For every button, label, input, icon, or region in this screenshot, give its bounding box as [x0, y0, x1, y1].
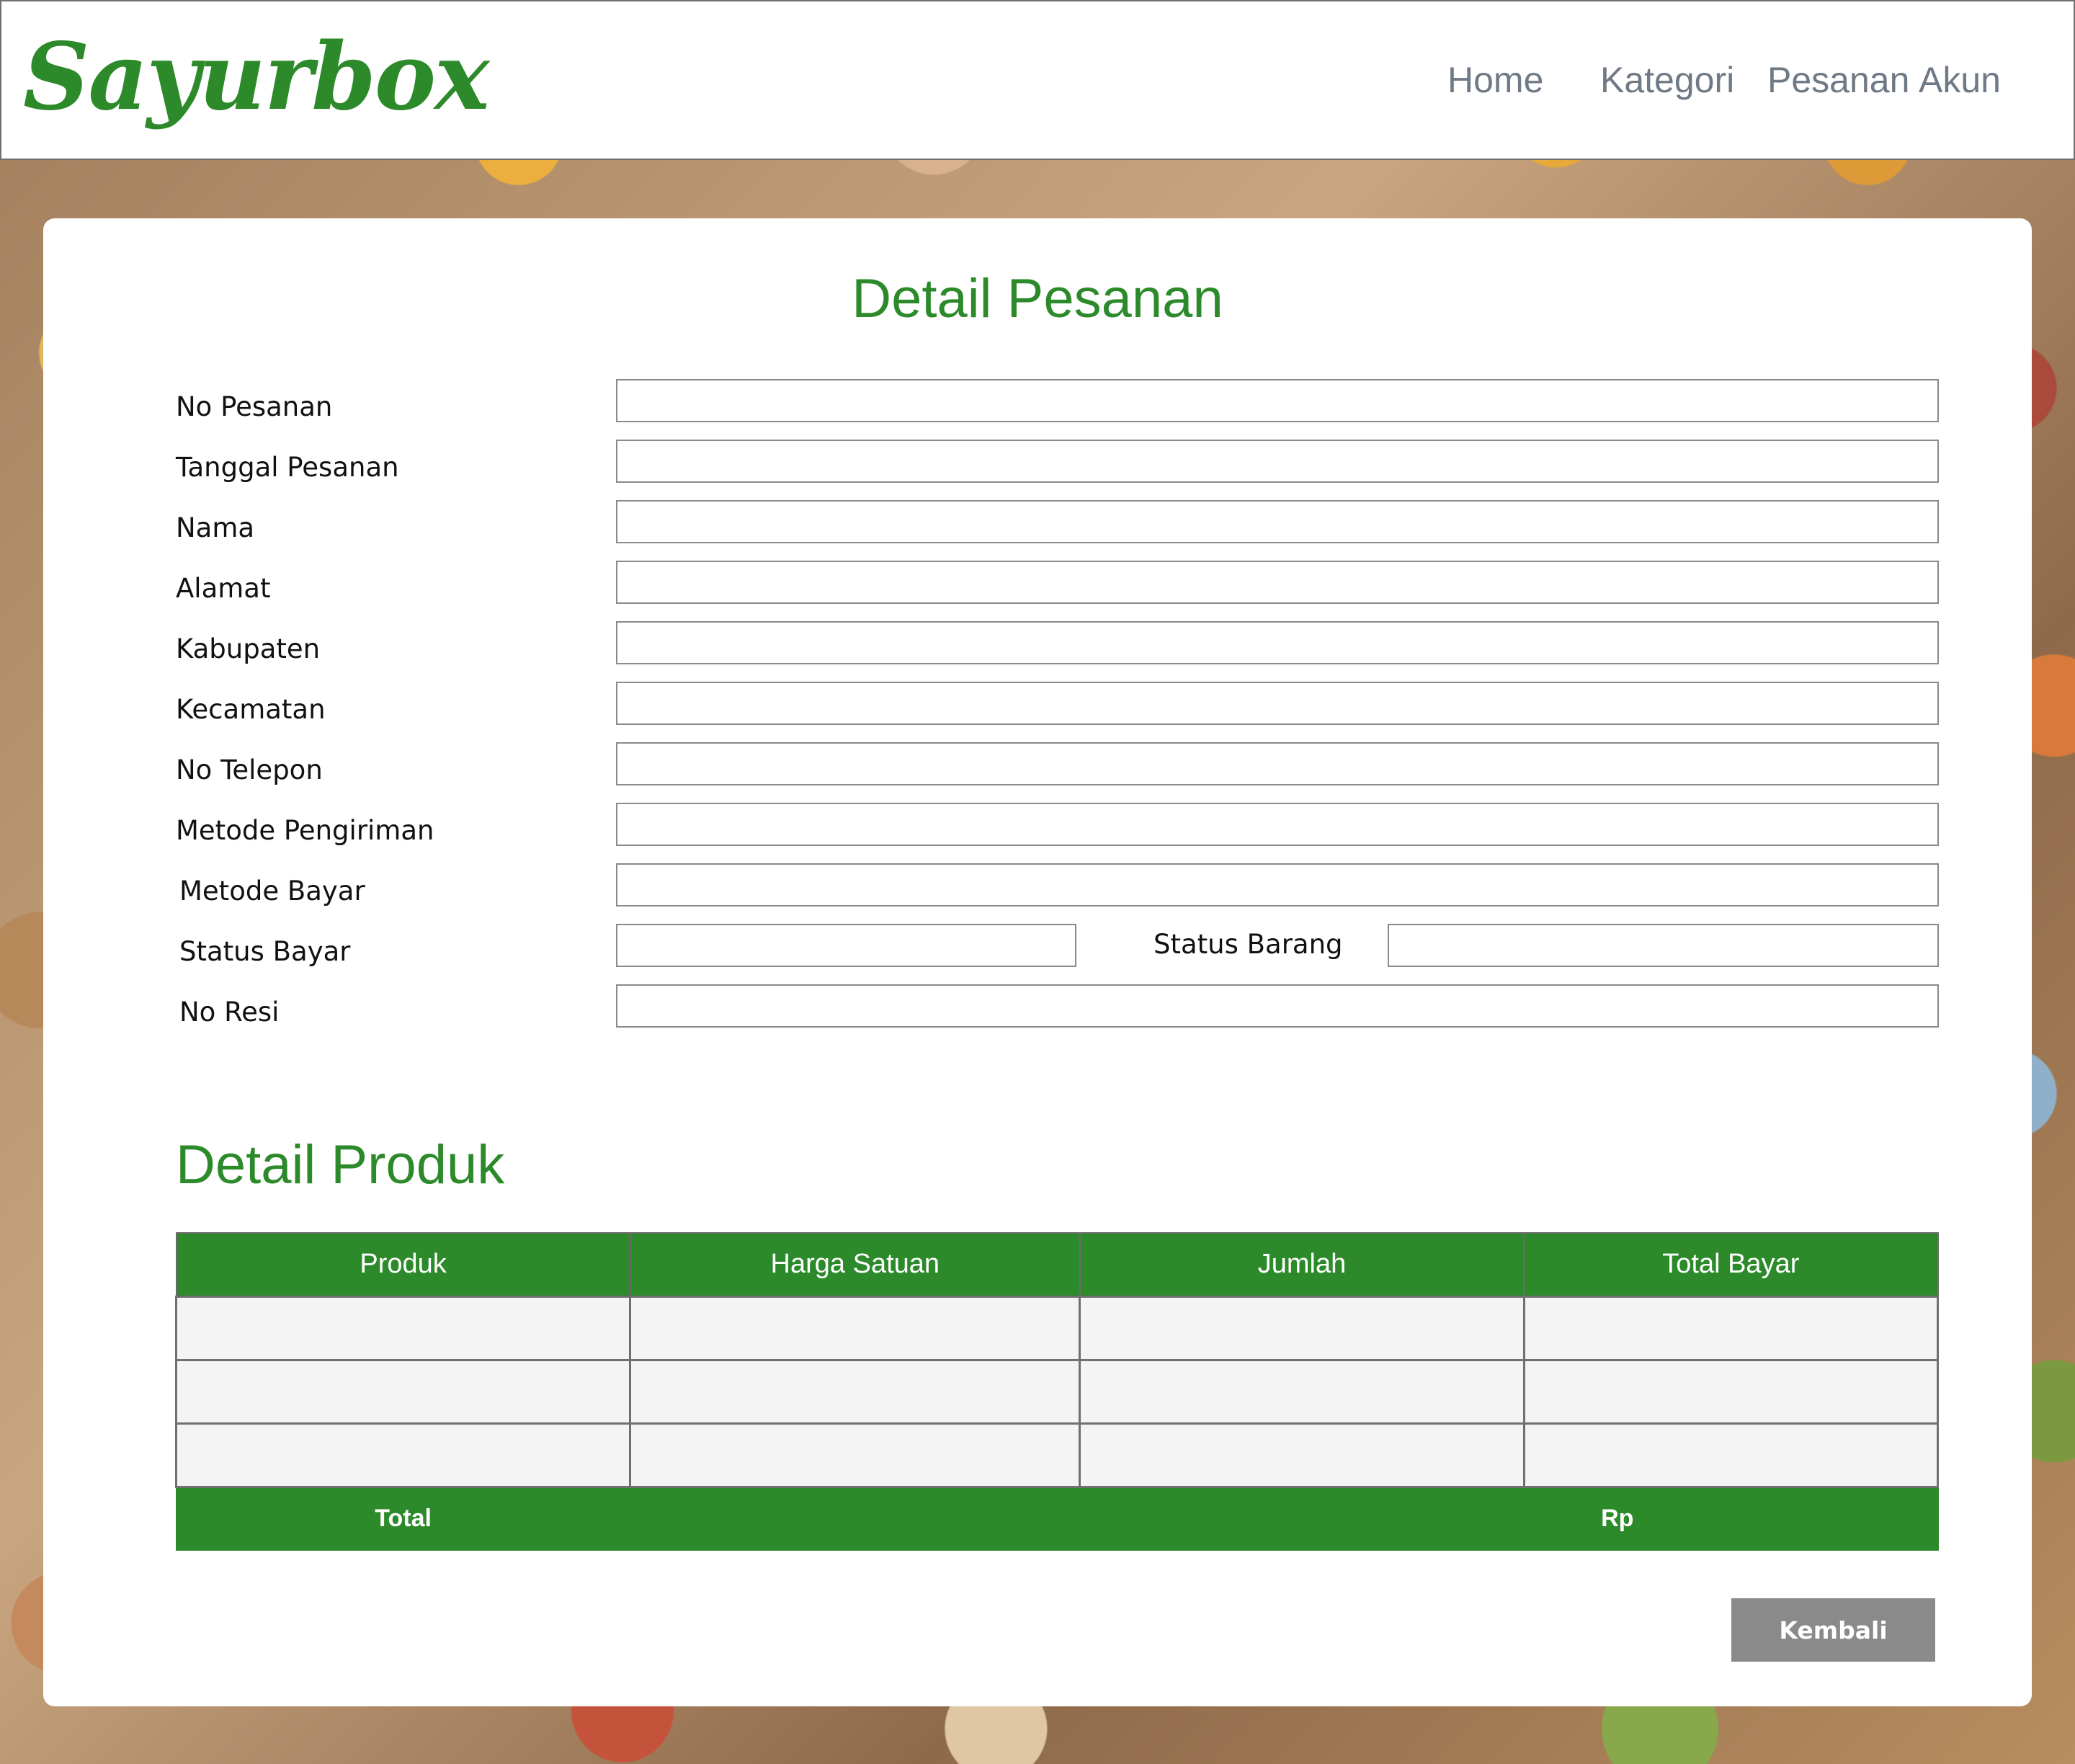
table-cell: [174, 1358, 632, 1425]
kembali-button[interactable]: Kembali: [1731, 1598, 1935, 1662]
table-cell: [174, 1422, 632, 1488]
nama-label: Nama: [176, 512, 255, 543]
alamat-label: Alamat: [176, 573, 271, 604]
page-title: Detail Pesanan: [852, 268, 1223, 329]
nama-field[interactable]: [616, 500, 1939, 543]
no-telepon-label: No Telepon: [176, 754, 323, 785]
table-total-row: Total Rp: [175, 1486, 1939, 1551]
table-cell: [1522, 1295, 1940, 1361]
total-value: Rp: [1523, 1486, 1939, 1551]
column-header-harga-satuan: Harga Satuan: [629, 1232, 1081, 1297]
tanggal-pesanan-field[interactable]: [616, 440, 1939, 483]
table-row: [174, 1422, 1940, 1488]
nav-home[interactable]: Home: [1447, 59, 1543, 101]
status-barang-label: Status Barang: [1153, 929, 1343, 960]
no-pesanan-label: No Pesanan: [176, 391, 333, 422]
status-bayar-field[interactable]: [616, 924, 1076, 967]
table-row: [174, 1295, 1940, 1361]
no-telepon-field[interactable]: [616, 742, 1939, 785]
order-detail-card: Detail Pesanan No Pesanan Tanggal Pesana…: [43, 218, 2032, 1706]
status-bayar-label: Status Bayar: [179, 936, 351, 967]
table-cell: [629, 1295, 1081, 1361]
table-cell: [174, 1295, 632, 1361]
table-cell: [1079, 1295, 1525, 1361]
metode-bayar-label: Metode Bayar: [179, 876, 365, 906]
column-header-jumlah: Jumlah: [1079, 1232, 1525, 1297]
table-cell: [1079, 1486, 1525, 1551]
top-navbar: Sayurbox Home Kategori Pesanan Akun: [0, 0, 2075, 160]
column-header-total-bayar: Total Bayar: [1523, 1232, 1939, 1297]
kabupaten-label: Kabupaten: [176, 633, 321, 664]
metode-bayar-field[interactable]: [616, 863, 1939, 906]
table-cell: [629, 1358, 1081, 1425]
alamat-field[interactable]: [616, 561, 1939, 604]
nav-pesanan[interactable]: Pesanan: [1767, 59, 1909, 101]
total-label: Total: [175, 1486, 631, 1551]
no-pesanan-field[interactable]: [616, 379, 1939, 422]
table-cell: [1079, 1358, 1525, 1425]
nav-akun[interactable]: Akun: [1919, 59, 2001, 101]
table-cell: [1079, 1422, 1525, 1488]
product-section-title: Detail Produk: [176, 1134, 505, 1195]
kabupaten-field[interactable]: [616, 621, 1939, 664]
kecamatan-label: Kecamatan: [176, 694, 326, 725]
product-table: Produk Harga Satuan Jumlah Total Bayar T…: [174, 1232, 1940, 1551]
tanggal-pesanan-label: Tanggal Pesanan: [176, 452, 399, 483]
metode-pengiriman-field[interactable]: [616, 803, 1939, 846]
kecamatan-field[interactable]: [616, 682, 1939, 725]
no-resi-label: No Resi: [179, 997, 280, 1028]
table-cell: [1522, 1358, 1940, 1425]
table-cell: [629, 1422, 1081, 1488]
column-header-produk: Produk: [175, 1232, 631, 1297]
metode-pengiriman-label: Metode Pengiriman: [176, 815, 434, 846]
table-row: [174, 1358, 1940, 1425]
table-header-row: Produk Harga Satuan Jumlah Total Bayar: [175, 1232, 1939, 1297]
no-resi-field[interactable]: [616, 984, 1939, 1028]
table-cell: [629, 1486, 1081, 1551]
table-cell: [1522, 1422, 1940, 1488]
status-barang-field[interactable]: [1388, 924, 1939, 967]
nav-kategori[interactable]: Kategori: [1600, 59, 1734, 101]
sayurbox-logo[interactable]: Sayurbox: [23, 23, 489, 131]
